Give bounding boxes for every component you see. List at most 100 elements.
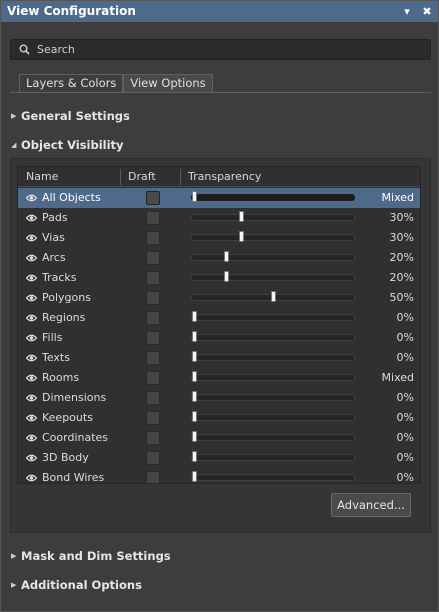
transparency-slider-thumb[interactable] [223,271,229,282]
draft-checkbox[interactable] [146,431,160,445]
search-input[interactable]: Search [10,39,431,60]
eye-icon[interactable] [26,233,37,243]
transparency-slider-track[interactable] [191,254,355,261]
transparency-slider-track[interactable] [191,374,355,381]
transparency-slider-track[interactable] [191,214,355,221]
table-row[interactable]: All Objects Mixed [18,188,420,208]
transparency-slider-track[interactable] [191,334,355,341]
tab-divider [10,92,431,93]
transparency-slider-track[interactable] [191,234,355,241]
transparency-value: 20% [389,271,414,284]
transparency-slider-track[interactable] [191,274,355,281]
draft-checkbox[interactable] [146,351,160,365]
eye-icon[interactable] [26,353,37,363]
transparency-slider-thumb[interactable] [192,431,197,442]
table-row[interactable]: Polygons 50% [18,288,420,308]
eye-icon[interactable] [26,433,37,443]
close-icon[interactable]: ✖ [422,1,432,22]
table-row[interactable]: Fills 0% [18,328,420,348]
transparency-slider-thumb[interactable] [239,231,245,242]
draft-checkbox[interactable] [146,411,160,425]
tab-layers-colors[interactable]: Layers & Colors [19,74,124,92]
transparency-slider-thumb[interactable] [192,311,197,322]
draft-checkbox[interactable] [146,271,160,285]
eye-icon[interactable] [26,253,37,263]
transparency-value: 0% [396,311,414,324]
search-placeholder: Search [37,43,75,56]
table-row[interactable]: Pads 30% [18,208,420,228]
transparency-slider-track[interactable] [191,474,355,481]
table-row[interactable]: Vias 30% [18,228,420,248]
table-row[interactable]: Tracks 20% [18,268,420,288]
table-row[interactable]: Dimensions 0% [18,388,420,408]
transparency-slider-track[interactable] [191,414,355,421]
transparency-slider-thumb[interactable] [223,251,229,262]
transparency-slider-track[interactable] [191,194,355,201]
eye-icon[interactable] [26,273,37,283]
section-additional-options[interactable]: ▶ Additional Options [11,577,142,593]
transparency-slider-track[interactable] [191,314,355,321]
tab-view-options[interactable]: View Options [123,74,213,92]
draft-checkbox[interactable] [146,231,160,245]
table-row[interactable]: Regions 0% [18,308,420,328]
transparency-slider-thumb[interactable] [192,331,197,342]
table-row[interactable]: Rooms Mixed [18,368,420,388]
column-header-transparency[interactable]: Transparency [180,167,261,187]
table-row[interactable]: Keepouts 0% [18,408,420,428]
eye-icon[interactable] [26,333,37,343]
transparency-slider-thumb[interactable] [192,471,197,482]
advanced-button[interactable]: Advanced... [331,493,411,517]
transparency-slider-track[interactable] [191,454,355,461]
section-object-visibility[interactable]: ◢ Object Visibility [11,137,124,153]
section-label: Object Visibility [21,138,124,152]
draft-checkbox[interactable] [146,191,160,205]
row-name: All Objects [42,191,101,204]
transparency-slider-thumb[interactable] [192,391,197,402]
draft-checkbox[interactable] [146,211,160,225]
table-row[interactable]: Arcs 20% [18,248,420,268]
eye-icon[interactable] [26,413,37,423]
draft-checkbox[interactable] [146,391,160,405]
eye-icon[interactable] [26,453,37,463]
transparency-slider-track[interactable] [191,394,355,401]
eye-icon[interactable] [26,313,37,323]
row-name: Fills [42,331,63,344]
transparency-slider-thumb[interactable] [192,371,197,382]
transparency-value: Mixed [381,191,414,204]
table-row[interactable]: Bond Wires 0% [18,468,420,483]
table-row[interactable]: Texts 0% [18,348,420,368]
transparency-slider-thumb[interactable] [192,411,197,422]
transparency-slider-track[interactable] [191,354,355,361]
transparency-slider-thumb[interactable] [192,351,197,362]
transparency-slider-track[interactable] [191,434,355,441]
panel-menu-icon[interactable]: ▾ [402,1,412,22]
draft-checkbox[interactable] [146,471,160,483]
draft-checkbox[interactable] [146,251,160,265]
eye-icon[interactable] [26,393,37,403]
section-general-settings[interactable]: ▶ General Settings [11,108,130,124]
table-row[interactable]: 3D Body 0% [18,448,420,468]
table-row[interactable]: Coordinates 0% [18,428,420,448]
draft-checkbox[interactable] [146,291,160,305]
transparency-value: 30% [389,211,414,224]
draft-checkbox[interactable] [146,371,160,385]
transparency-slider-thumb[interactable] [192,191,197,202]
transparency-slider-thumb[interactable] [271,291,276,302]
eye-icon[interactable] [26,373,37,383]
transparency-value: 20% [389,251,414,264]
eye-icon[interactable] [26,473,37,483]
row-name: Tracks [42,271,77,284]
column-header-name[interactable]: Name [18,167,58,187]
section-mask-dim-settings[interactable]: ▶ Mask and Dim Settings [11,548,171,564]
table-header: Name Draft Transparency [18,167,420,187]
draft-checkbox[interactable] [146,331,160,345]
eye-icon[interactable] [26,213,37,223]
eye-icon[interactable] [26,293,37,303]
tab-strip: Layers & Colors View Options [19,74,213,92]
eye-icon[interactable] [26,193,37,203]
draft-checkbox[interactable] [146,451,160,465]
transparency-slider-thumb[interactable] [239,211,245,222]
draft-checkbox[interactable] [146,311,160,325]
transparency-slider-thumb[interactable] [192,451,197,462]
column-header-draft[interactable]: Draft [120,167,156,187]
